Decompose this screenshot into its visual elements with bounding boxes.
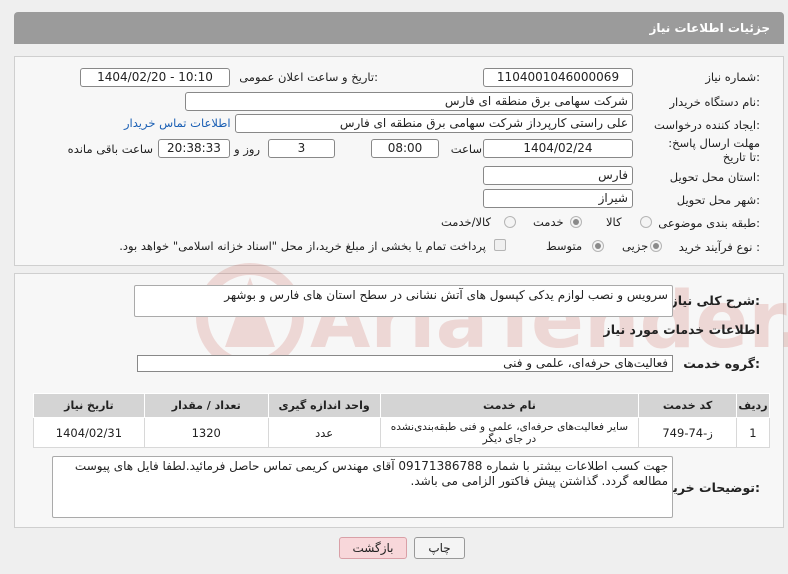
delivery-province-label: استان محل تحویل: xyxy=(669,170,760,184)
category-radio-service[interactable] xyxy=(570,216,582,228)
process-radio-partial[interactable] xyxy=(650,240,662,252)
description-textarea[interactable]: سرویس و نصب لوازم یدکی کپسول های آتش نشا… xyxy=(134,285,673,317)
need-number-field[interactable]: 1104001046000069 xyxy=(483,68,633,87)
buyer-org-label: نام دستگاه خریدار: xyxy=(669,95,760,109)
cell-quantity: 1320 xyxy=(143,417,269,448)
description-text: سرویس و نصب لوازم یدکی کپسول های آتش نشا… xyxy=(224,288,668,302)
service-group-field[interactable]: فعالیت‌های حرفه‌ای، علمی و فنی xyxy=(137,355,673,372)
category-radio-goods-service[interactable] xyxy=(504,216,516,228)
hours-left-label: ساعت باقی مانده xyxy=(67,142,153,156)
services-info-heading: اطلاعات خدمات مورد نیاز xyxy=(603,322,761,337)
category-goods-service-label: کالا/خدمت xyxy=(441,215,492,229)
need-number-label: شماره نیاز: xyxy=(705,70,760,84)
process-type-label: نوع فرآیند خرید : xyxy=(678,240,760,254)
col-service-code: کد خدمت xyxy=(638,393,737,418)
description-label: شرح کلی نیاز: xyxy=(670,293,761,308)
deadline-time-field[interactable]: 08:00 xyxy=(371,139,439,158)
page-header: جزئیات اطلاعات نیاز xyxy=(14,12,784,44)
category-label: طبقه بندی موضوعی: xyxy=(658,216,760,230)
delivery-city-field[interactable]: شیراز xyxy=(483,189,633,208)
payment-checkbox[interactable] xyxy=(494,239,506,251)
requester-field[interactable]: علی راستی کارپرداز شرکت سهامی برق منطقه … xyxy=(235,114,633,133)
buyer-notes-textarea[interactable]: جهت کسب اطلاعات بیشتر با شماره 091713867… xyxy=(52,456,673,518)
delivery-province-field[interactable]: فارس xyxy=(483,166,633,185)
deadline-hour-label: ساعت xyxy=(450,142,482,156)
col-need-date: تاریخ نیاز xyxy=(33,393,145,418)
buyer-contact-link[interactable]: اطلاعات تماس خریدار xyxy=(124,116,231,130)
cell-service-name: سایر فعالیت‌های حرفه‌ای، علمی و فنی طبقه… xyxy=(379,417,640,448)
announce-datetime-field[interactable]: 1404/02/20 - 10:10 xyxy=(80,68,230,87)
time-left-field: 20:38:33 xyxy=(158,139,230,158)
process-medium-label: متوسط xyxy=(546,239,583,253)
payment-note: پرداخت تمام یا بخشی از مبلغ خرید،از محل … xyxy=(119,239,486,253)
col-quantity: تعداد / مقدار xyxy=(143,393,269,418)
buyer-org-field[interactable]: شرکت سهامی برق منطقه ای فارس xyxy=(185,92,633,111)
deadline-date-field[interactable]: 1404/02/24 xyxy=(483,139,633,158)
cell-row-number: 1 xyxy=(735,417,771,448)
service-group-label: گروه خدمت: xyxy=(683,356,760,371)
col-unit: واحد اندازه گیری xyxy=(267,393,381,418)
category-radio-goods[interactable] xyxy=(640,216,652,228)
category-goods-label: کالا xyxy=(606,215,622,229)
announce-datetime-label: تاریخ و ساعت اعلان عمومی: xyxy=(239,70,378,84)
col-service-name: نام خدمت xyxy=(379,393,640,418)
process-radio-medium[interactable] xyxy=(592,240,604,252)
deadline-label: مهلت ارسال پاسخ: تا تاریخ: xyxy=(668,136,760,164)
table-header-row: ردیف کد خدمت نام خدمت واحد اندازه گیری ت… xyxy=(33,393,771,418)
day-and-label: روز و xyxy=(234,142,260,156)
category-service-label: خدمت xyxy=(533,215,564,229)
requester-label: ایجاد کننده درخواست: xyxy=(654,118,760,132)
buyer-notes-text: جهت کسب اطلاعات بیشتر با شماره 091713867… xyxy=(74,459,668,488)
print-button[interactable]: چاپ xyxy=(414,537,465,559)
cell-unit: عدد xyxy=(267,417,381,448)
days-left-field: 3 xyxy=(268,139,335,158)
back-button[interactable]: بازگشت xyxy=(339,537,407,559)
delivery-city-label: شهر محل تحویل: xyxy=(676,193,760,207)
cell-service-code: ز-74-749 xyxy=(638,417,737,448)
services-table: ردیف کد خدمت نام خدمت واحد اندازه گیری ت… xyxy=(33,393,771,448)
process-partial-label: جزیی xyxy=(622,239,649,253)
page-title: جزئیات اطلاعات نیاز xyxy=(649,21,770,35)
col-row-number: ردیف xyxy=(735,393,771,418)
cell-need-date: 1404/02/31 xyxy=(33,417,145,448)
table-row[interactable]: 1 ز-74-749 سایر فعالیت‌های حرفه‌ای، علمی… xyxy=(33,417,771,448)
